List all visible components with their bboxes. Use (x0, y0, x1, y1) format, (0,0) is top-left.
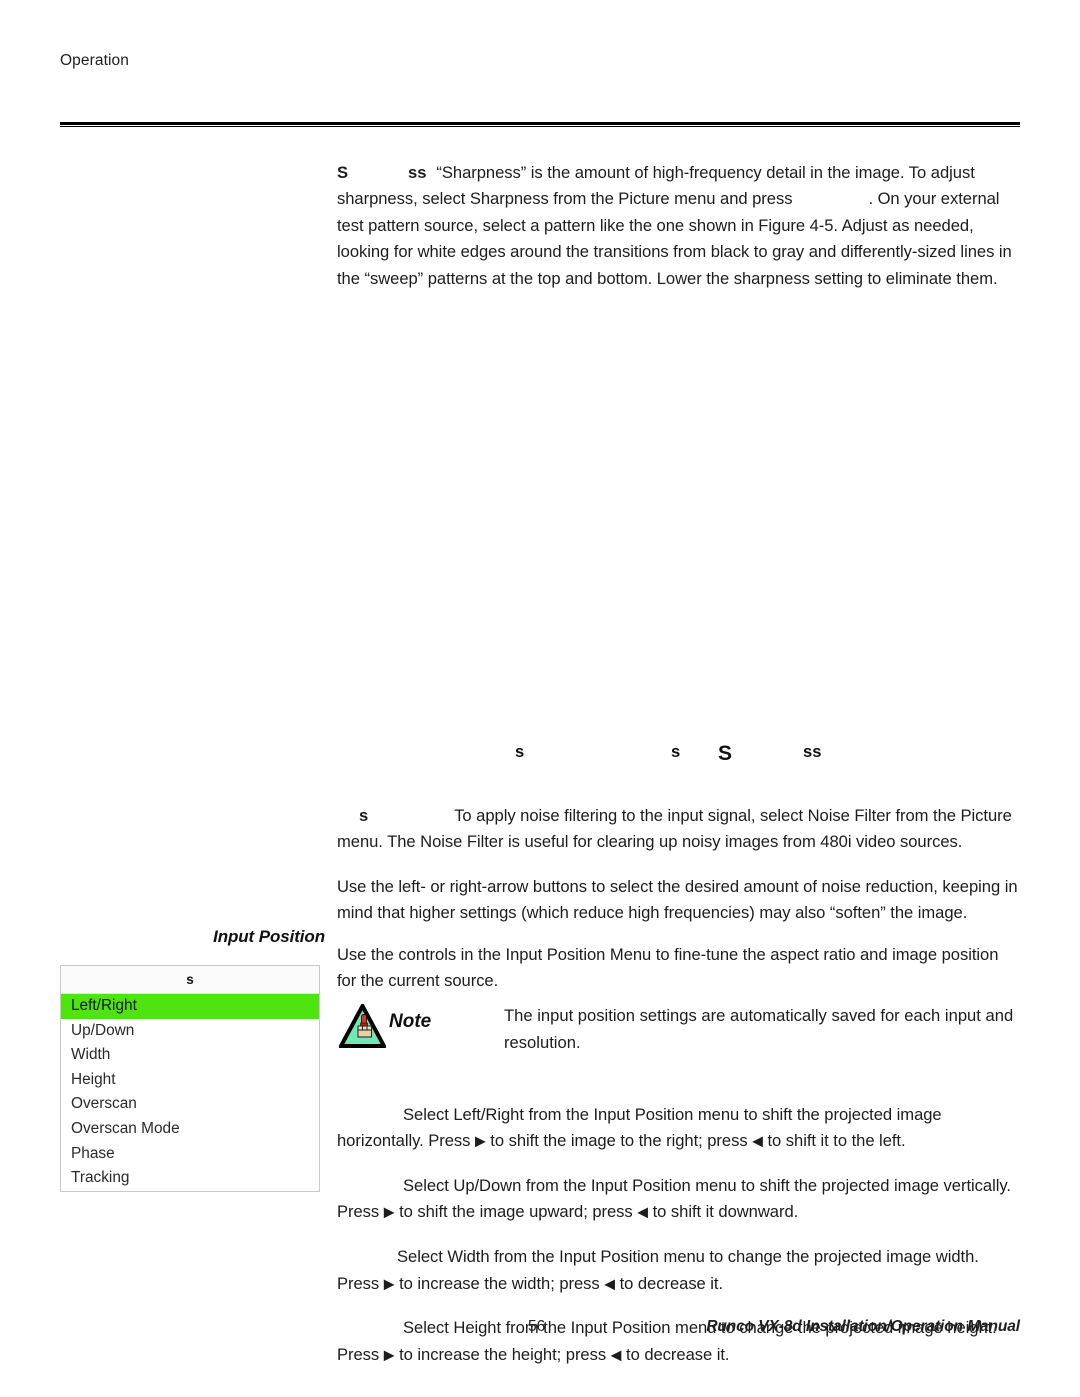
noise-filter-paragraph-2: Use the left- or right-arrow buttons to … (337, 876, 1018, 923)
left-arrow-icon: ◀ (637, 1203, 649, 1220)
osd-menu-title: s (61, 966, 319, 994)
osd-menu-item-left-right[interactable]: Left/Right (61, 994, 319, 1019)
left-right-description: Select Left/Right from the Input Positio… (337, 1102, 1021, 1155)
figure-caption-glyph-a: s (515, 742, 525, 761)
left-right-text-3: to shift it to the left. (767, 1131, 906, 1151)
figure-caption-glyph-b: s (671, 742, 681, 761)
right-arrow-icon: ▶ (383, 1346, 395, 1363)
height-text-2: to increase the height; press (399, 1344, 607, 1364)
input-position-osd-menu[interactable]: s Left/Right Up/Down Width Height Oversc… (60, 965, 320, 1192)
osd-menu-item-height[interactable]: Height (61, 1068, 319, 1093)
noise-filter-run-in-glyph: s (359, 805, 369, 825)
width-text-3: to decrease it. (619, 1273, 724, 1293)
width-text-2: to increase the width; press (399, 1273, 600, 1293)
osd-menu-item-up-down[interactable]: Up/Down (61, 1019, 319, 1044)
page-footer: 56 Runco VX-8d Installation/Operation Ma… (60, 1318, 1020, 1340)
up-down-text-2: to shift the image upward; press (399, 1202, 633, 1222)
up-down-description: Select Up/Down from the Input Position m… (337, 1173, 1021, 1226)
figure-caption-glyph-d: ss (803, 742, 822, 761)
input-position-intro-block: Use the controls in the Input Position M… (337, 925, 1021, 1011)
footer-manual-title: Runco VX-8d Installation/Operation Manua… (706, 1318, 1020, 1335)
left-right-text-2: to shift the image to the right; press (490, 1131, 748, 1151)
figure-caption-glyph-c: S (718, 742, 733, 765)
osd-menu-item-overscan[interactable]: Overscan (61, 1092, 319, 1117)
width-description: Select Width from the Input Position men… (337, 1244, 1021, 1297)
sharpness-run-in-glyph-2: ss (408, 162, 427, 182)
height-text-3: to decrease it. (626, 1344, 730, 1364)
note-triangle-hand-icon (337, 1001, 388, 1048)
right-arrow-icon: ▶ (474, 1132, 486, 1149)
noise-filter-text-1: To apply noise filtering to the input si… (337, 805, 1012, 852)
osd-menu-item-tracking[interactable]: Tracking (61, 1166, 319, 1191)
running-head: Operation (60, 52, 129, 69)
sharpness-run-in-glyph-1: S (337, 162, 349, 182)
up-down-text-3: to shift it downward. (652, 1202, 799, 1222)
osd-menu-item-phase[interactable]: Phase (61, 1142, 319, 1167)
figure-caption: s s S ss (337, 742, 1021, 768)
sharpness-test-pattern-figure (337, 284, 1021, 736)
note-label: Note (389, 1011, 432, 1032)
input-position-intro: Use the controls in the Input Position M… (337, 944, 999, 991)
sharpness-paragraph: Sss “Sharpness” is the amount of high-fre… (337, 160, 1021, 293)
osd-menu-item-width[interactable]: Width (61, 1043, 319, 1068)
input-position-margin-heading: Input Position (213, 927, 325, 946)
right-arrow-icon: ▶ (383, 1203, 395, 1220)
noise-filter-section: s To apply noise filtering to the input s… (337, 786, 1021, 944)
noise-filter-paragraph-1: s To apply noise filtering to the input s… (337, 803, 1021, 856)
note-text: The input position settings are automati… (504, 1006, 1014, 1052)
right-arrow-icon: ▶ (383, 1275, 395, 1292)
manual-page: Operation Sss “Sharpness” is the amount o… (0, 0, 1080, 1397)
header-rule (60, 122, 1020, 127)
left-arrow-icon: ◀ (752, 1132, 763, 1149)
osd-menu-list: Left/Right Up/Down Width Height Overscan… (61, 994, 319, 1191)
left-arrow-icon: ◀ (610, 1346, 622, 1363)
osd-menu-item-overscan-mode[interactable]: Overscan Mode (61, 1117, 319, 1142)
left-arrow-icon: ◀ (604, 1275, 616, 1292)
page-number: 56 (528, 1318, 546, 1335)
